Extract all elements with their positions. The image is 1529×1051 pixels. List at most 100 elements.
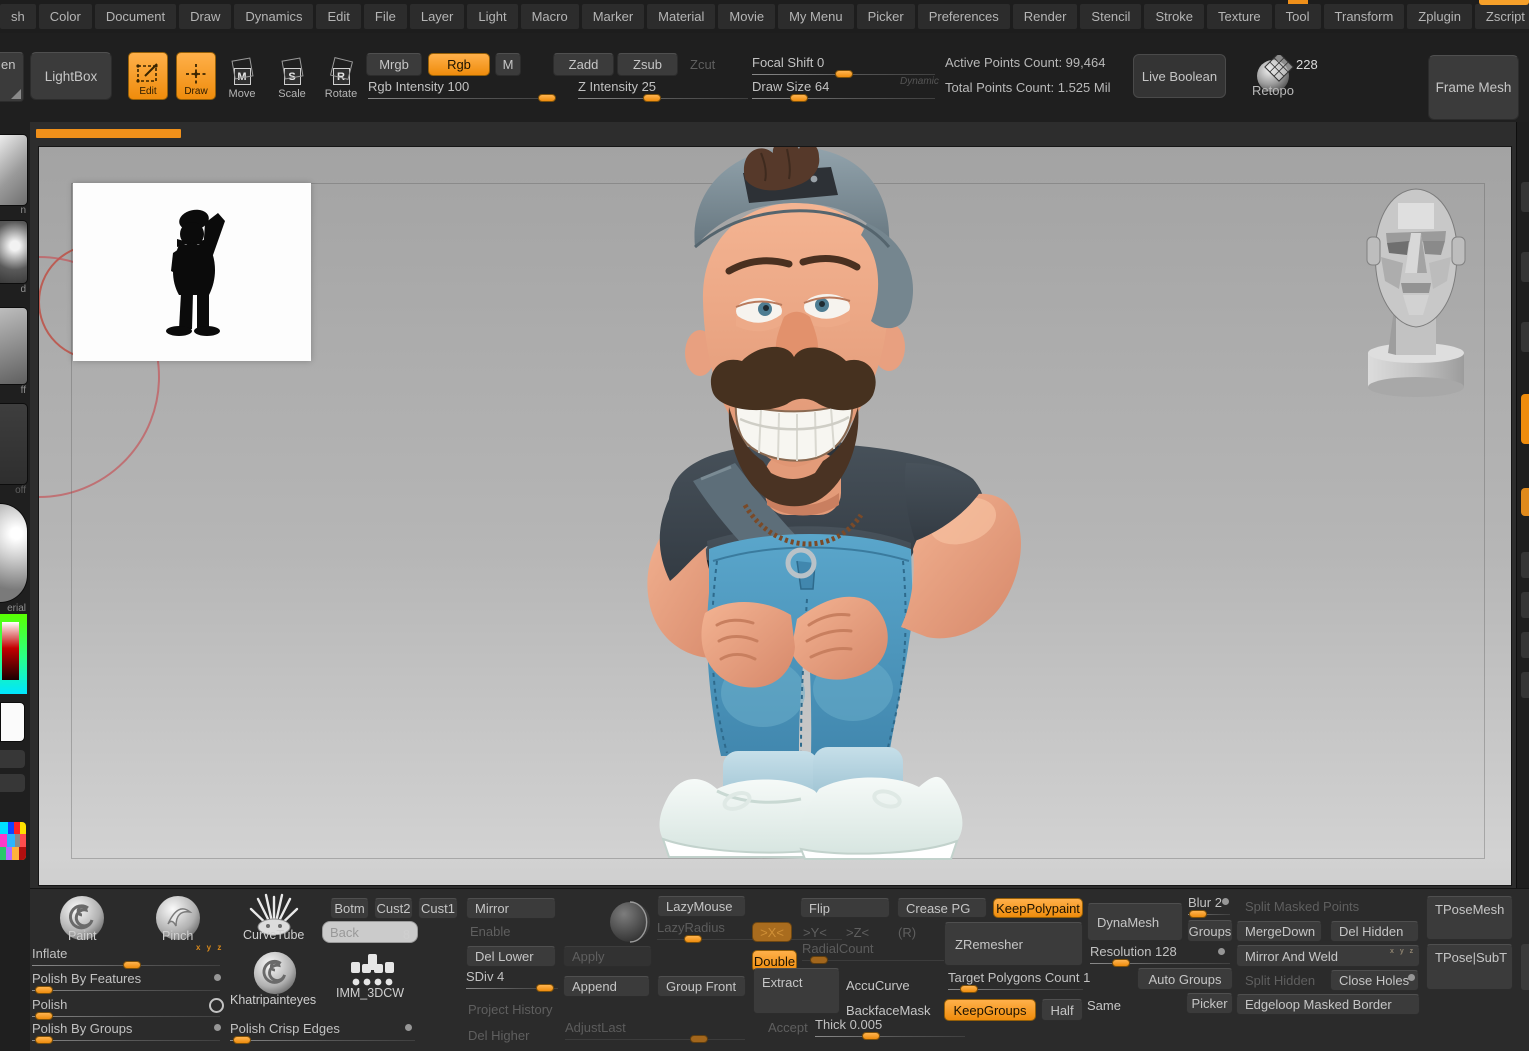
adjustlast-track[interactable]: [565, 1039, 745, 1040]
enable-button[interactable]: Enable: [470, 924, 510, 939]
right-partial-orange-1[interactable]: [1521, 394, 1529, 444]
sdiv-slider[interactable]: SDiv 4: [466, 969, 558, 989]
accucurve-button[interactable]: AccuCurve: [845, 975, 938, 995]
mrgb-button[interactable]: Mrgb: [366, 53, 422, 76]
sym-x-button[interactable]: >X<: [752, 922, 792, 942]
append-button[interactable]: Append: [563, 976, 650, 997]
polish-by-groups-slider[interactable]: Polish By Groups: [32, 1021, 220, 1041]
polish-handle[interactable]: [35, 1012, 53, 1020]
close-holes-mode-dot[interactable]: [1408, 974, 1415, 981]
draw-size-track[interactable]: [752, 98, 935, 99]
sym-y-button[interactable]: >Y<: [803, 925, 827, 940]
lazymouse-button[interactable]: LazyMouse: [657, 896, 746, 917]
menu-item-layer[interactable]: Layer: [410, 4, 465, 29]
keep-groups-button[interactable]: KeepGroups: [944, 999, 1036, 1021]
sym-r-button[interactable]: (R): [898, 925, 916, 940]
rgb-intensity-slider[interactable]: Rgb Intensity 100: [368, 79, 556, 99]
polish-mode-ring[interactable]: [209, 998, 224, 1013]
frame-mesh-button[interactable]: Frame Mesh: [1428, 55, 1519, 120]
half-button[interactable]: Half: [1041, 999, 1083, 1021]
split-masked-points-button[interactable]: Split Masked Points: [1236, 896, 1420, 917]
z-intensity-handle[interactable]: [643, 94, 661, 102]
right-partial-button-7[interactable]: [1521, 672, 1529, 698]
menu-item-mymenu[interactable]: My Menu: [778, 4, 853, 29]
botm-button[interactable]: Botm: [330, 898, 369, 919]
lazyradius-handle[interactable]: [684, 935, 702, 943]
polish-slider[interactable]: Polish: [32, 997, 220, 1017]
apply-button[interactable]: Apply: [563, 946, 652, 967]
polish-by-groups-handle[interactable]: [35, 1036, 53, 1044]
blur-track[interactable]: [1188, 914, 1230, 915]
move-button[interactable]: M Move: [224, 53, 260, 103]
menu-item-transform[interactable]: Transform: [1324, 4, 1405, 29]
menu-item-preferences[interactable]: Preferences: [918, 4, 1010, 29]
crease-pg-button[interactable]: Crease PG: [897, 898, 987, 918]
menu-item-brush-partial[interactable]: sh: [0, 4, 36, 29]
main-color-swatch[interactable]: [0, 702, 25, 742]
radialcount-slider[interactable]: RadialCount: [802, 941, 960, 961]
menu-item-dynamics[interactable]: Dynamics: [234, 4, 313, 29]
target-polygons-slider[interactable]: Target Polygons Count 1: [948, 970, 1083, 990]
project-history-button[interactable]: Project History: [468, 1002, 553, 1017]
resolution-handle[interactable]: [1112, 959, 1130, 967]
inflate-track[interactable]: [32, 965, 220, 966]
texture-thumbnail[interactable]: [0, 403, 28, 485]
canvas-active-tab-bar[interactable]: [36, 129, 181, 138]
right-partial-button-5[interactable]: [1521, 592, 1529, 618]
scale-button[interactable]: S Scale: [274, 53, 310, 103]
menu-item-zplugin[interactable]: Zplugin: [1407, 4, 1472, 29]
close-holes-button[interactable]: Close Holes: [1330, 970, 1419, 991]
inflate-slider[interactable]: Inflate: [32, 946, 220, 966]
adjustlast-slider[interactable]: AdjustLast: [565, 1020, 745, 1040]
dynamic-label[interactable]: Dynamic: [900, 76, 939, 87]
right-partial-button-2[interactable]: [1521, 252, 1529, 282]
rgb-intensity-track[interactable]: [368, 98, 556, 99]
menu-item-texture[interactable]: Texture: [1207, 4, 1272, 29]
groups-button[interactable]: Groups: [1187, 920, 1233, 942]
rotate-button[interactable]: R Rotate: [322, 53, 360, 103]
resolution-mode-dot[interactable]: [1218, 948, 1225, 955]
del-higher-button[interactable]: Del Higher: [468, 1028, 529, 1043]
menu-item-movie[interactable]: Movie: [718, 4, 775, 29]
inflate-handle[interactable]: [123, 961, 141, 969]
right-partial-button-6[interactable]: [1521, 632, 1529, 658]
zsub-button[interactable]: Zsub: [617, 53, 678, 76]
boolean-sphere-icon[interactable]: [608, 900, 652, 944]
draw-size-handle[interactable]: [790, 94, 808, 102]
accept-button[interactable]: Accept: [768, 1020, 808, 1035]
menu-item-file[interactable]: File: [364, 4, 407, 29]
zadd-button[interactable]: Zadd: [553, 53, 614, 76]
tpose-subt-button[interactable]: TPose|SubT: [1426, 944, 1513, 990]
menu-item-render[interactable]: Render: [1013, 4, 1078, 29]
extract-button[interactable]: Extract: [753, 968, 840, 1014]
right-partial-button-3[interactable]: [1521, 322, 1529, 352]
zcut-button[interactable]: Zcut: [690, 57, 715, 72]
cust1-button[interactable]: Cust1: [418, 898, 458, 919]
menu-item-color[interactable]: Color: [39, 4, 92, 29]
polish-by-features-slider[interactable]: Polish By Features: [32, 971, 220, 991]
polish-by-groups-track[interactable]: [32, 1040, 220, 1041]
keep-polypaint-button[interactable]: KeepPolypaint: [993, 898, 1083, 918]
menu-item-macro[interactable]: Macro: [521, 4, 579, 29]
blur-handle[interactable]: [1189, 910, 1207, 918]
mirror-button[interactable]: Mirror: [466, 898, 556, 919]
polish-crisp-edges-track[interactable]: [230, 1040, 415, 1041]
polish-crisp-edges-slider[interactable]: Polish Crisp Edges: [230, 1021, 415, 1041]
focal-shift-handle[interactable]: [835, 70, 853, 78]
menu-item-light[interactable]: Light: [467, 4, 517, 29]
texture-mosaic-swatch[interactable]: [0, 822, 26, 860]
group-front-button[interactable]: Group Front: [657, 976, 746, 997]
right-partial-orange-2[interactable]: [1521, 488, 1529, 516]
menu-item-marker[interactable]: Marker: [582, 4, 644, 29]
polish-by-features-track[interactable]: [32, 990, 220, 991]
menu-item-zscript[interactable]: Zscript: [1475, 4, 1529, 29]
same-button[interactable]: Same: [1086, 995, 1131, 1015]
resolution-slider[interactable]: Resolution 128: [1090, 944, 1230, 964]
polish-crisp-edges-handle[interactable]: [233, 1036, 251, 1044]
brush-thumbnail[interactable]: [0, 134, 28, 206]
sdiv-track[interactable]: [466, 988, 558, 989]
color-picker-palette[interactable]: [0, 614, 27, 694]
adjustlast-handle[interactable]: [690, 1035, 708, 1043]
shelf-button-2[interactable]: [0, 774, 25, 792]
partial-left-button[interactable]: en: [0, 52, 24, 102]
